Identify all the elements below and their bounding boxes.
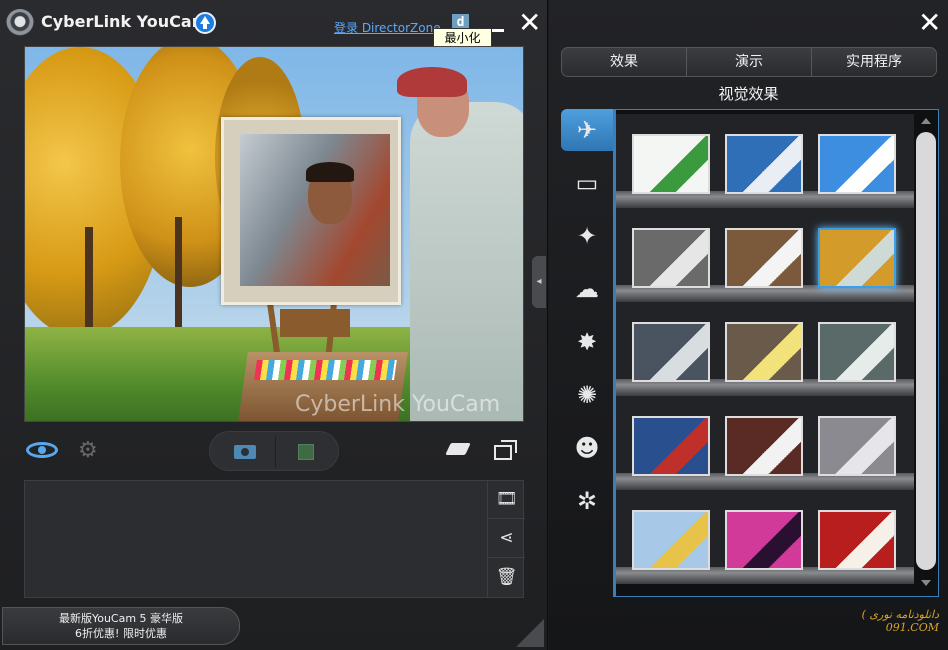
capture-tray[interactable]: [24, 480, 524, 598]
close-effects-button[interactable]: ✕: [918, 9, 941, 37]
upgrade-promo-button[interactable]: 最新版YouCam 5 豪华版 6折优惠! 限时优惠: [2, 607, 240, 645]
effect-red-bus-screen[interactable]: [632, 416, 710, 476]
scene-effect-icon[interactable]: ✈: [561, 109, 613, 151]
update-arrow-icon[interactable]: [194, 12, 216, 34]
preview-canvas: [221, 117, 401, 305]
effect-station-screen[interactable]: [632, 322, 710, 382]
collapse-panel-button[interactable]: ◂: [532, 256, 546, 308]
promo-line1: 最新版YouCam 5 豪华版: [58, 612, 184, 625]
effects-gallery: [613, 109, 939, 597]
effects-shelf: [616, 114, 914, 208]
directorzone-login-link[interactable]: 登录 DirectorZone: [334, 19, 441, 36]
capture-controls: [209, 431, 339, 471]
frame-icon[interactable]: ▭: [561, 162, 613, 204]
effects-shelf: [616, 208, 914, 302]
tray-actions: 🎞 ⋖ 🗑: [487, 480, 525, 598]
resize-grip[interactable]: [516, 619, 544, 647]
camera-panel: CyberLink YouCam 登录 DirectorZone d 最小化 ✕: [0, 0, 548, 650]
youcam-logo-icon: [6, 9, 34, 37]
watermark: CyberLink YouCam: [295, 392, 501, 417]
section-title: 视觉效果: [718, 85, 779, 103]
effect-hold-paper[interactable]: [725, 228, 803, 288]
tab-effects[interactable]: 效果: [562, 48, 687, 76]
preview-chalks: [253, 360, 397, 380]
effect-birthday-cake[interactable]: [632, 510, 710, 570]
emoticon-icon[interactable]: ☻: [561, 427, 613, 469]
effects-shelf: [616, 302, 914, 396]
preview-easel-board: [280, 309, 350, 337]
effect-painter-easel[interactable]: [818, 228, 896, 288]
effect-categories: ✈ ▭ ✦ ☁ ✸ ✺ ☻ ✲: [561, 109, 613, 597]
particle-icon[interactable]: ✺: [561, 374, 613, 416]
app-title: CyberLink YouCam: [41, 12, 209, 31]
minimize-button[interactable]: [490, 16, 505, 32]
filmstrip-icon[interactable]: 🎞: [488, 480, 525, 519]
gear-icon[interactable]: ⚙: [78, 438, 98, 463]
preview-painter-cap: [397, 67, 467, 97]
effects-shelf: [616, 490, 914, 584]
title-bar[interactable]: CyberLink YouCam 登录 DirectorZone d 最小化 ✕: [0, 0, 548, 48]
effects-tabs: 效果 演示 实用程序: [561, 47, 937, 77]
effects-shelf: [616, 396, 914, 490]
camera-icon[interactable]: [234, 445, 256, 459]
scroll-up-arrow-icon[interactable]: [921, 118, 931, 124]
effect-city-sign[interactable]: [725, 134, 803, 194]
trash-icon[interactable]: 🗑: [488, 558, 525, 597]
close-button[interactable]: ✕: [518, 9, 541, 37]
mask-icon[interactable]: ☁: [561, 268, 613, 310]
effect-balloons[interactable]: [818, 134, 896, 194]
minimize-tooltip: 最小化: [433, 28, 492, 48]
effect-building-screens[interactable]: [818, 416, 896, 476]
record-icon[interactable]: [298, 444, 314, 460]
webcam-hair: [306, 162, 354, 182]
magic-wand-icon[interactable]: ✦: [561, 215, 613, 257]
eraser-icon[interactable]: [445, 443, 471, 455]
effect-stage-screen[interactable]: [725, 416, 803, 476]
site-watermark: ( دانلودنامه نوری 091.COM: [849, 608, 939, 634]
promo-line2: 6折优惠! 限时优惠: [75, 627, 167, 640]
effects-panel: ✕ 效果 演示 实用程序 视觉效果 ✈ ▭ ✦ ☁ ✸ ✺ ☻ ✲ ( دانلودنامه …: [549, 0, 948, 650]
youcam-app: CyberLink YouCam 登录 DirectorZone d 最小化 ✕: [0, 0, 948, 650]
eye-icon[interactable]: [26, 442, 58, 458]
site-watermark-line2: 091.COM: [885, 621, 939, 634]
gallery-scrollbar[interactable]: [916, 132, 936, 570]
camera-preview[interactable]: CyberLink YouCam: [24, 46, 524, 422]
download-more-effects[interactable]: [632, 134, 710, 194]
effect-dance-party[interactable]: [725, 510, 803, 570]
effect-times-square[interactable]: [725, 322, 803, 382]
effect-love-silhouette[interactable]: [818, 510, 896, 570]
effect-window-cleaners[interactable]: [818, 322, 896, 382]
tab-presentation[interactable]: 演示: [687, 48, 812, 76]
scroll-down-arrow-icon[interactable]: [921, 580, 931, 586]
capture-divider: [275, 436, 276, 468]
tab-utilities[interactable]: 实用程序: [812, 48, 936, 76]
effect-street-billboard[interactable]: [632, 228, 710, 288]
gadget-icon[interactable]: ✲: [561, 480, 613, 522]
window-resize-icon[interactable]: [494, 440, 517, 460]
share-icon[interactable]: ⋖: [488, 519, 525, 558]
site-watermark-line1: ( دانلودنامه نوری: [861, 608, 939, 621]
distortion-icon[interactable]: ✸: [561, 321, 613, 363]
webcam-feed: [240, 134, 390, 286]
preview-painter-body: [410, 102, 523, 421]
